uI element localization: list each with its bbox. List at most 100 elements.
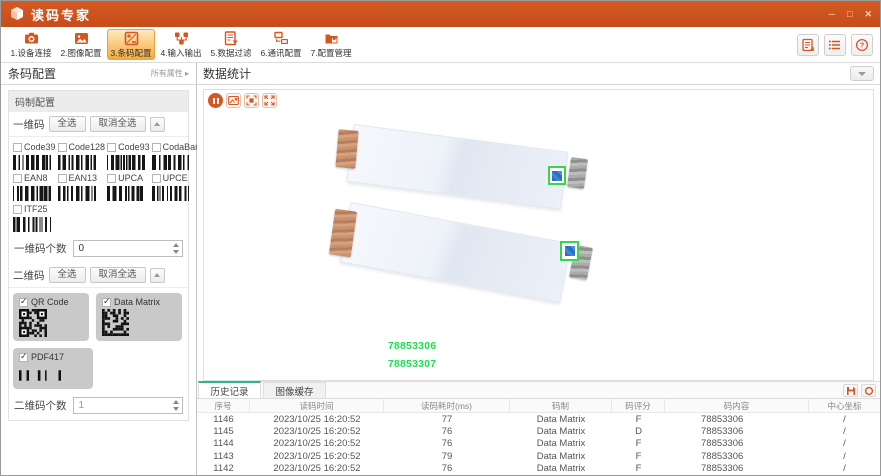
cell: / [809,450,880,462]
column-header-5[interactable]: 码内容 [665,399,809,412]
cell: 77 [384,413,510,425]
fit-view-button[interactable] [244,93,259,108]
oned-code-ean13[interactable]: EAN13 [58,173,106,201]
checkbox[interactable] [107,174,116,183]
oned-code-ean8[interactable]: EAN8 [13,173,56,201]
titlebar: 读码专家 ─ □ ✕ [1,1,880,27]
cell: / [809,463,880,475]
fullscreen-button[interactable] [262,93,277,108]
app-window: 读码专家 ─ □ ✕ 1.设备连接 2.图像配置 3.条码配置 4.输入输出 5… [0,0,881,476]
code-name: Code128 [69,142,106,152]
table-row[interactable]: 11452023/10/25 16:20:5276Data MatrixD788… [197,425,880,437]
checkbox[interactable] [102,298,111,307]
toolbar-step-7[interactable]: 7.配置管理 [307,29,355,60]
toolbar-step-1[interactable]: 1.设备连接 [7,29,55,60]
code-name: EAN8 [24,173,48,183]
help-button[interactable]: ? [851,34,873,56]
pause-icon [213,98,219,104]
twod-code-qr[interactable]: QR Code [13,293,89,341]
twod-count-spinner[interactable]: 1 [73,397,184,414]
column-header-4[interactable]: 码评分 [612,399,665,412]
column-header-2[interactable]: 读码耗时(ms) [384,399,510,412]
barcode-sample-image [152,186,190,201]
cell: Data Matrix [510,450,612,462]
report-button[interactable] [797,34,819,56]
close-button[interactable]: ✕ [864,10,872,19]
image-viewer[interactable]: 78853306 78853307 [203,89,874,381]
oned-deselect-all-button[interactable]: 取消全选 [90,116,146,132]
twod-collapse-button[interactable] [150,268,165,283]
oned-code-codabar[interactable]: CodaBar [152,142,199,170]
code-name: Code93 [118,142,150,152]
twod-deselect-all-button[interactable]: 取消全选 [90,267,146,283]
oned-code-upce[interactable]: UPCE [152,173,199,201]
checkbox[interactable] [13,143,22,152]
barcode-sample-image [58,186,96,201]
oned-code-code128[interactable]: Code128 [58,142,106,170]
twod-code-pdf[interactable]: PDF417 [13,348,93,389]
silver-foil-tab-1 [567,157,588,189]
list-button[interactable] [824,34,846,56]
checkbox[interactable] [19,353,28,362]
cell: Data Matrix [510,413,612,425]
save-icon [846,386,856,396]
oned-select-all-button[interactable]: 全选 [49,116,86,132]
code-name: CodaBar [163,142,199,152]
checkbox[interactable] [13,205,22,214]
barcode-sample-image [102,309,176,336]
history-table[interactable]: 序号读码时间读码耗时(ms)码制码评分码内容中心坐标 11462023/10/2… [197,399,880,476]
cell: 1142 [197,463,250,475]
barcode-sample-image [13,155,51,170]
oned-count-spinner[interactable]: 0 [73,240,184,257]
oned-code-code39[interactable]: Code39 [13,142,56,170]
panel-dropdown-button[interactable] [850,66,874,81]
maximize-button[interactable]: □ [847,10,852,19]
toolbar-step-6[interactable]: 6.通讯配置 [257,29,305,60]
detected-code-2 [560,241,579,261]
barcode-sample-image [19,364,87,385]
oned-code-code93[interactable]: Code93 [107,142,150,170]
column-header-0[interactable]: 序号 [197,399,250,412]
table-row[interactable]: 11422023/10/25 16:20:5276Data MatrixF788… [197,463,880,475]
toolbar-step-4[interactable]: 4.输入输出 [157,29,205,60]
column-header-3[interactable]: 码制 [510,399,612,412]
all-properties-link[interactable]: 所有属性 ▸ [151,68,189,79]
barcode-config-icon [124,31,139,46]
checkbox[interactable] [58,174,67,183]
checkbox[interactable] [19,298,28,307]
twod-select-all-button[interactable]: 全选 [49,267,86,283]
column-header-1[interactable]: 读码时间 [250,399,384,412]
oned-code-upca[interactable]: UPCA [107,173,150,201]
oned-collapse-button[interactable] [150,117,165,132]
tab-history[interactable]: 历史记录 [198,381,261,398]
toolbar-step-label: 6.通讯配置 [260,47,301,59]
cell: / [809,438,880,450]
product-box-1 [347,124,569,209]
column-header-6[interactable]: 中心坐标 [809,399,880,412]
table-row[interactable]: 11442023/10/25 16:20:5276Data MatrixF788… [197,438,880,450]
right-panel-title: 数据统计 [203,65,251,82]
checkbox[interactable] [107,143,116,152]
minimize-button[interactable]: ─ [829,10,835,19]
refresh-button[interactable] [861,384,876,397]
pause-button[interactable] [208,93,223,108]
checkbox[interactable] [152,174,161,183]
toolbar-step-5[interactable]: 5.数据过滤 [207,29,255,60]
save-button[interactable] [843,384,858,397]
toolbar-step-3[interactable]: 3.条码配置 [107,29,155,60]
table-row[interactable]: 11462023/10/25 16:20:5277Data MatrixF788… [197,413,880,425]
cell: 78853306 [665,450,809,462]
checkbox[interactable] [152,143,161,152]
tab-image-cache[interactable]: 图像缓存 [263,382,326,398]
table-row[interactable]: 11432023/10/25 16:20:5279Data MatrixF788… [197,450,880,462]
checkbox[interactable] [13,174,22,183]
chevron-up-icon [154,122,160,126]
product-box-2 [340,202,571,303]
toolbar-step-2[interactable]: 2.图像配置 [57,29,105,60]
twod-code-dm[interactable]: Data Matrix [96,293,182,341]
oned-code-itf25[interactable]: ITF25 [13,204,56,232]
checkbox[interactable] [58,143,67,152]
cell: 79 [384,450,510,462]
camera-icon [24,31,39,46]
image-discard-button[interactable] [226,93,241,108]
